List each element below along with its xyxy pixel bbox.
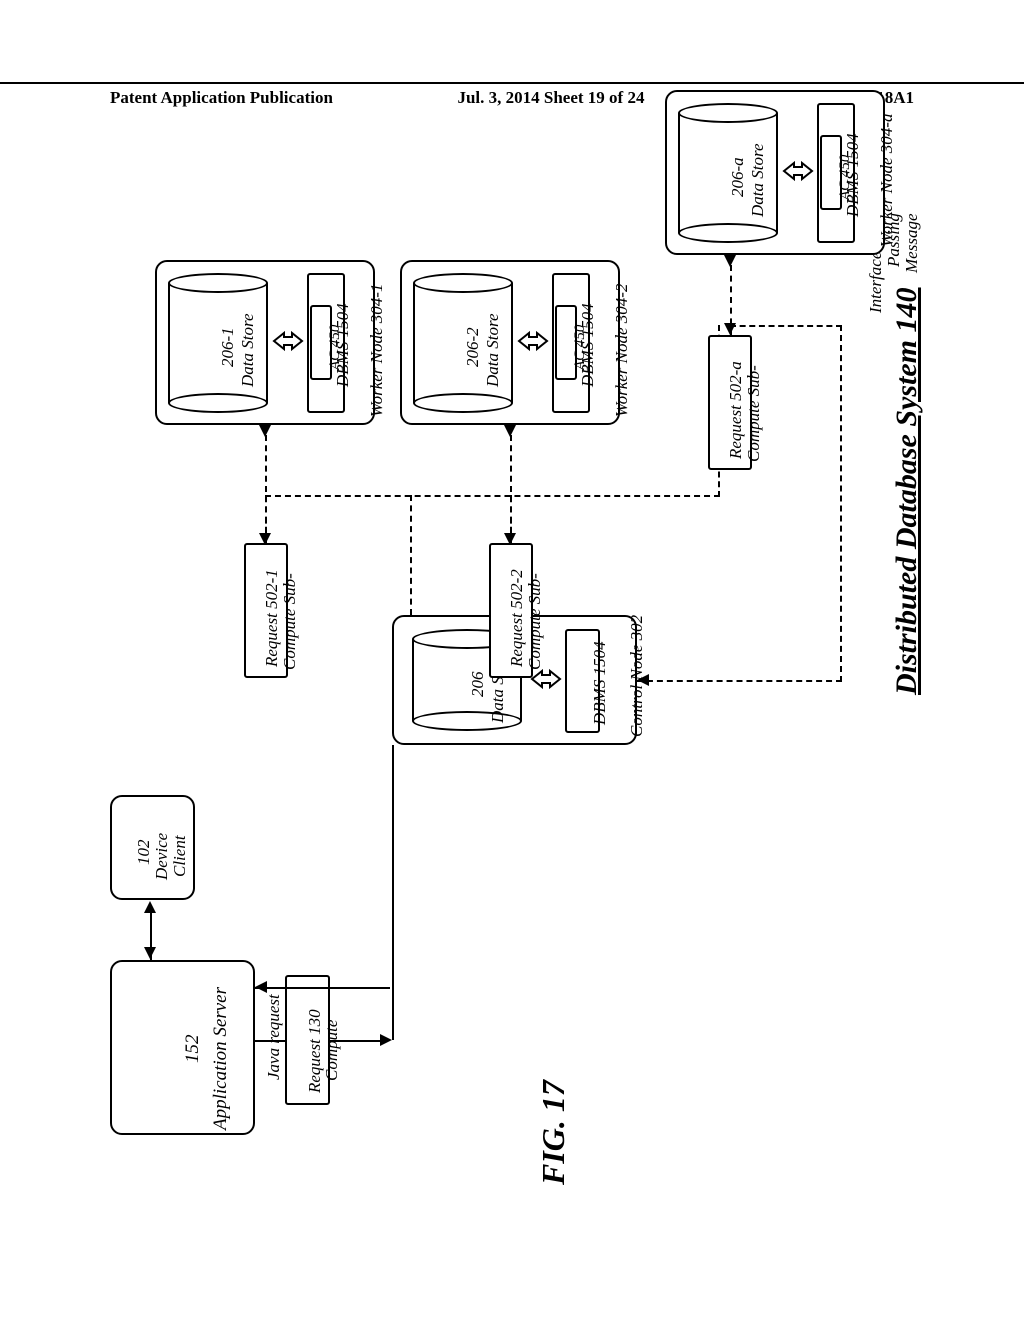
dashed-line	[510, 435, 512, 543]
java-request-label: Java request	[264, 994, 284, 1080]
dashed-line	[265, 435, 267, 543]
sub1-l2: Request 502-1	[262, 569, 282, 667]
dashed-line	[410, 495, 412, 615]
workera-ds1: Data Store	[748, 143, 768, 217]
worker2-ds1: Data Store	[483, 313, 503, 387]
worker2-ac: AC 450	[572, 325, 589, 370]
workera-ac: AC 450	[837, 155, 854, 200]
worker1-ds2: 206-1	[218, 327, 238, 367]
sub2-l2: Request 502-2	[507, 569, 527, 667]
bidir-arrow-icon	[272, 327, 304, 355]
worker1-title: Worker Node 304-1	[367, 284, 387, 417]
line	[255, 987, 390, 989]
bidir-arrow-icon	[782, 157, 814, 185]
figure-number: FIG. 17	[535, 1080, 572, 1185]
dashed-line	[840, 325, 842, 682]
dashed-line	[730, 265, 732, 335]
worker2-ds2: 206-2	[463, 327, 483, 367]
mpi-l1: Message	[902, 214, 922, 273]
worker1-ds1: Data Store	[238, 313, 258, 387]
mpi-dashed-line	[637, 680, 842, 682]
worker2-title: Worker Node 304-2	[612, 284, 632, 417]
header-left: Patent Application Publication	[110, 88, 333, 108]
bidir-arrow-icon	[517, 327, 549, 355]
workera-ds2: 206-a	[728, 157, 748, 197]
control-ds-l2: 206	[468, 672, 488, 698]
arrowhead-icon	[259, 425, 271, 437]
client-label-2: Device	[152, 833, 172, 880]
arrowhead-icon	[637, 674, 649, 686]
application-server-label-2: 152	[182, 1035, 204, 1064]
arrowhead-icon	[380, 1034, 392, 1046]
worker1-ac: AC 450	[327, 325, 344, 370]
arrowhead-icon	[144, 901, 156, 913]
client-label-3: 102	[134, 840, 154, 866]
arrowhead-icon	[724, 255, 736, 267]
sub2-l1: Compute Sub-	[525, 573, 545, 670]
application-server-label-1: Application Server	[210, 987, 232, 1130]
workera-title: Worker Node 304-a	[877, 114, 897, 247]
line	[392, 745, 394, 1040]
suba-l1: Compute Sub-	[744, 365, 764, 462]
line	[330, 1040, 385, 1042]
diagram-title: Distributed Database System 140	[890, 287, 924, 695]
arrowhead-icon	[504, 425, 516, 437]
line	[150, 913, 152, 949]
compute-request-l1: Compute	[322, 1020, 342, 1081]
dashed-line	[730, 325, 842, 327]
compute-request-l2: Request 130	[305, 1009, 325, 1093]
diagram: Distributed Database System 140 FIG. 17 …	[110, 165, 905, 1215]
arrowhead-icon	[255, 981, 267, 993]
client-label-1: Client	[170, 835, 190, 877]
header-center: Jul. 3, 2014 Sheet 19 of 24	[457, 88, 644, 108]
control-dbms-label: DBMS 1504	[590, 641, 610, 725]
suba-l2: Request 502-a	[726, 361, 746, 459]
dashed-line	[265, 495, 720, 497]
sub1-l1: Compute Sub-	[280, 573, 300, 670]
